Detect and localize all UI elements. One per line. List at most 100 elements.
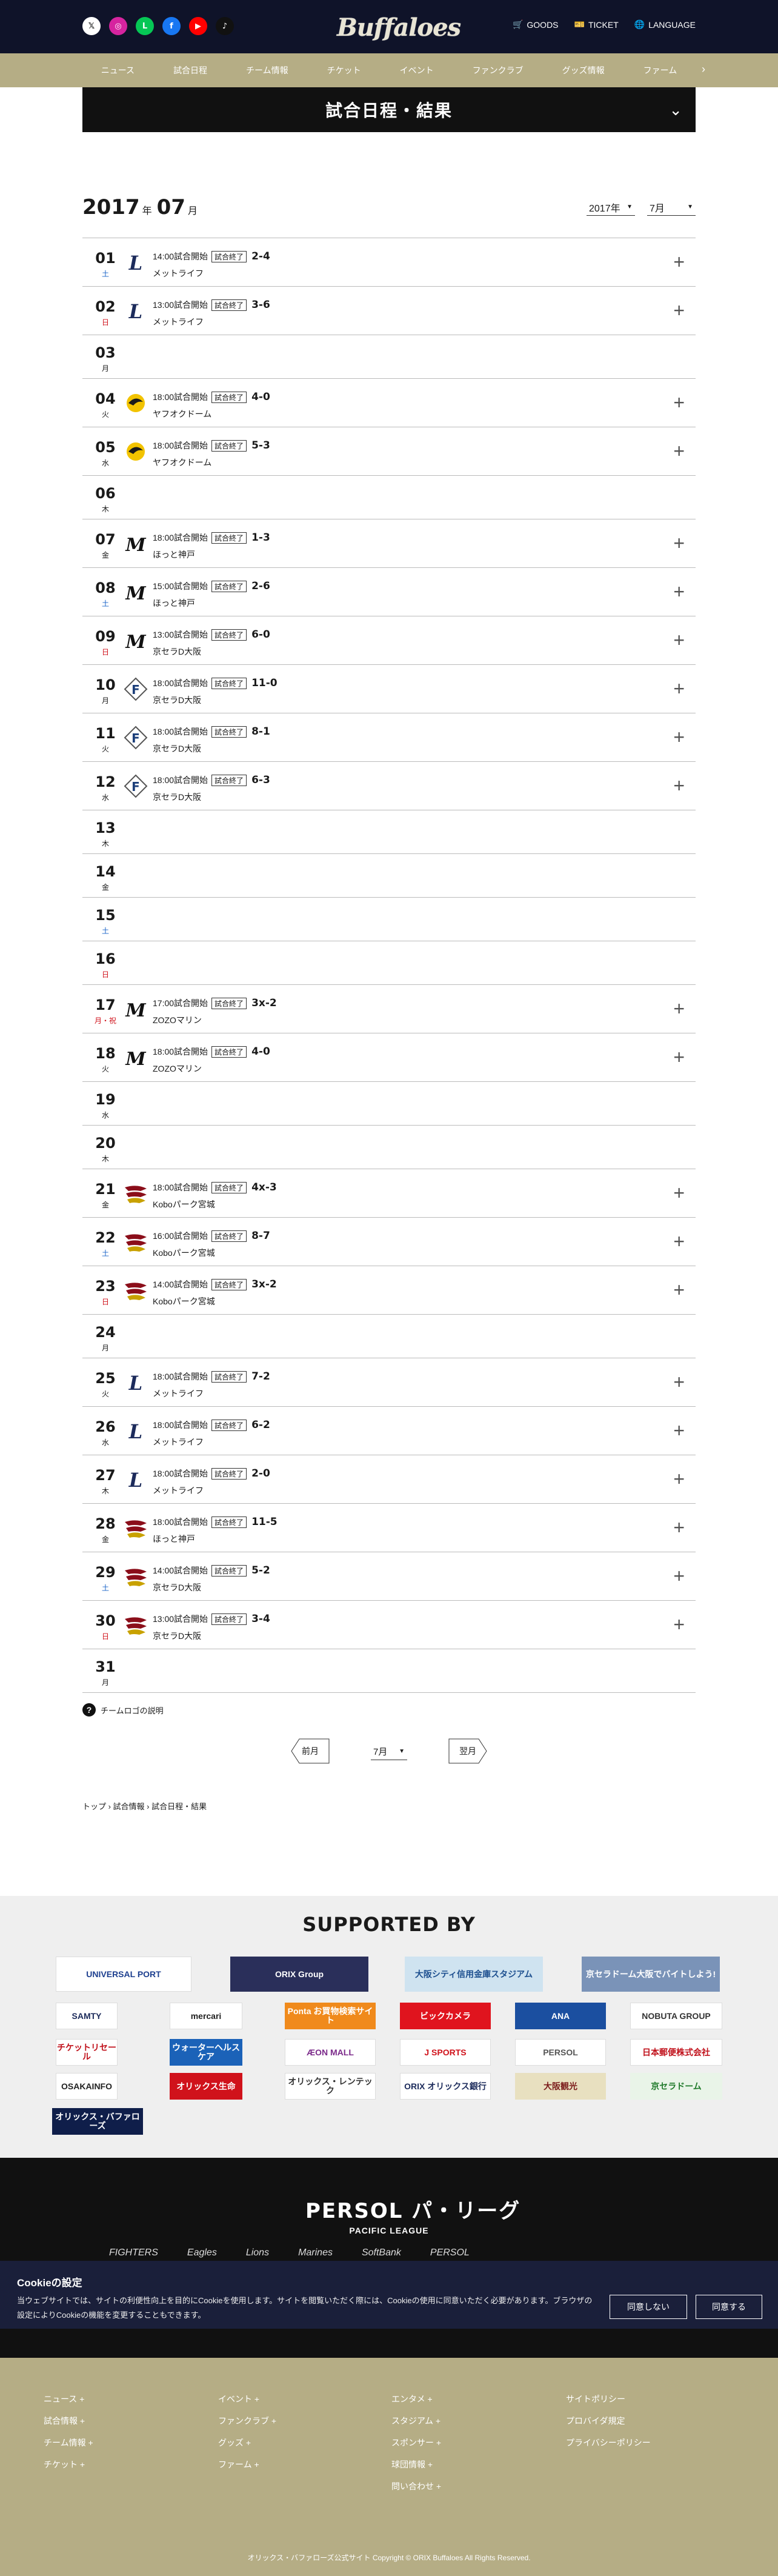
sponsor-logo[interactable]: 大阪シティ信用金庫スタジアム	[405, 1957, 543, 1992]
expand-plus-icon[interactable]: +	[673, 1469, 685, 1489]
nav-item[interactable]: チケット	[308, 64, 381, 76]
footer-link[interactable]: ファーム +	[218, 2458, 276, 2471]
sponsor-logo[interactable]: mercari	[170, 2003, 242, 2029]
footer-link[interactable]: 試合情報 +	[44, 2415, 93, 2427]
sponsor-logo[interactable]: ÆON MALL	[285, 2039, 376, 2066]
sponsor-logo[interactable]: 京セラドーム大阪でバイトしよう!	[582, 1957, 720, 1992]
sponsor-logo[interactable]: NOBUTA GROUP	[630, 2003, 722, 2029]
sponsor-logo[interactable]: Ponta お買物検索サイト	[285, 2003, 376, 2029]
game-row[interactable]: 05 水 18:00試合開始 試合終了 5-3 ヤフオクドーム +	[82, 427, 696, 476]
team-logo-legend[interactable]: ? チームロゴの説明	[82, 1703, 164, 1717]
expand-plus-icon[interactable]: +	[673, 1280, 685, 1300]
nav-item[interactable]: 試合日程	[154, 64, 227, 76]
month-select[interactable]: 7月 ▼	[647, 199, 696, 216]
expand-plus-icon[interactable]: +	[673, 776, 685, 795]
footer-link[interactable]: サイトポリシー	[566, 2393, 651, 2405]
pager-month-select[interactable]: 7月 ▼	[371, 1743, 407, 1760]
instagram-icon[interactable]: ◎	[109, 17, 127, 35]
expand-plus-icon[interactable]: +	[673, 1047, 685, 1067]
footer-link[interactable]: スポンサー +	[391, 2437, 441, 2449]
sponsor-logo[interactable]: ウォーターヘルスケア	[170, 2039, 242, 2066]
cookie-deny-button[interactable]: 同意しない	[610, 2295, 687, 2319]
game-row[interactable]: 01 土 L 14:00試合開始 試合終了 2-4 メットライフ +	[82, 238, 696, 287]
game-row[interactable]: 11 火 F 18:00試合開始 試合終了 8-1 京セラD大阪 +	[82, 713, 696, 762]
game-row[interactable]: 30 日 13:00試合開始 試合終了 3-4 京セラD大阪 +	[82, 1601, 696, 1649]
footer-link[interactable]: 球団情報 +	[391, 2458, 441, 2471]
cookie-accept-button[interactable]: 同意する	[696, 2295, 762, 2319]
sponsor-logo[interactable]: PERSOL	[515, 2039, 606, 2066]
nav-item[interactable]: ファンクラブ	[453, 64, 543, 76]
language-link[interactable]: 🌐 LANGUAGE	[634, 19, 696, 30]
game-row[interactable]: 09 日 M 13:00試合開始 試合終了 6-0 京セラD大阪 +	[82, 616, 696, 665]
buffaloes-logo[interactable]: Buffaloes	[337, 5, 461, 50]
sponsor-logo[interactable]: SAMTY	[56, 2003, 118, 2029]
team-logo[interactable]: FIGHTERS	[109, 2247, 158, 2258]
expand-plus-icon[interactable]: +	[673, 1421, 685, 1440]
game-row[interactable]: 22 土 16:00試合開始 試合終了 8-7 Koboパーク宮城 +	[82, 1218, 696, 1266]
expand-plus-icon[interactable]: +	[673, 1615, 685, 1634]
goods-link[interactable]: 🛒 GOODS	[513, 19, 559, 30]
game-row[interactable]: 17 月・祝 M 17:00試合開始 試合終了 3x-2 ZOZOマリン +	[82, 985, 696, 1033]
sponsor-logo[interactable]: 京セラドーム	[630, 2073, 722, 2100]
expand-plus-icon[interactable]: +	[673, 679, 685, 698]
team-logo[interactable]: Eagles	[187, 2247, 217, 2258]
footer-link[interactable]: イベント +	[218, 2393, 276, 2405]
footer-link[interactable]: グッズ +	[218, 2437, 276, 2449]
sponsor-logo[interactable]: ORIX Group	[230, 1957, 368, 1992]
game-row[interactable]: 25 火 L 18:00試合開始 試合終了 7-2 メットライフ +	[82, 1358, 696, 1407]
team-logo[interactable]: Lions	[246, 2247, 269, 2258]
sponsor-logo[interactable]: UNIVERSAL PORT	[56, 1957, 191, 1992]
game-row[interactable]: 18 火 M 18:00試合開始 試合終了 4-0 ZOZOマリン +	[82, 1033, 696, 1082]
footer-link[interactable]: チーム情報 +	[44, 2437, 93, 2449]
footer-link[interactable]: チケット +	[44, 2458, 93, 2471]
youtube-icon[interactable]: ▶	[189, 17, 207, 35]
footer-link[interactable]: スタジアム +	[391, 2415, 441, 2427]
expand-plus-icon[interactable]: +	[673, 1183, 685, 1203]
footer-link[interactable]: ニュース +	[44, 2393, 93, 2405]
team-logo[interactable]: Marines	[298, 2247, 333, 2258]
expand-plus-icon[interactable]: +	[673, 1232, 685, 1251]
sponsor-logo[interactable]: 大阪観光	[515, 2073, 606, 2100]
x-icon[interactable]: 𝕏	[82, 17, 101, 35]
sponsor-logo[interactable]: チケットリセール	[56, 2039, 118, 2066]
game-row[interactable]: 23 日 14:00試合開始 試合終了 3x-2 Koboパーク宮城 +	[82, 1266, 696, 1315]
expand-plus-icon[interactable]: +	[673, 582, 685, 601]
team-logo[interactable]: PERSOL	[430, 2247, 470, 2258]
line-icon[interactable]: L	[136, 17, 154, 35]
sponsor-logo[interactable]: オリックス・レンテック	[285, 2073, 376, 2100]
game-row[interactable]: 26 水 L 18:00試合開始 試合終了 6-2 メットライフ +	[82, 1407, 696, 1455]
sponsor-logo[interactable]: ORIX オリックス銀行	[400, 2073, 491, 2100]
expand-plus-icon[interactable]: +	[673, 630, 685, 650]
chevron-down-icon[interactable]: ⌄	[669, 101, 682, 119]
game-row[interactable]: 21 金 18:00試合開始 試合終了 4x-3 Koboパーク宮城 +	[82, 1169, 696, 1218]
game-row[interactable]: 02 日 L 13:00試合開始 試合終了 3-6 メットライフ +	[82, 287, 696, 335]
nav-item[interactable]: グッズ情報	[543, 64, 624, 76]
nav-item[interactable]: チーム情報	[227, 64, 308, 76]
year-select[interactable]: 2017年 ▼	[587, 199, 635, 216]
expand-plus-icon[interactable]: +	[673, 252, 685, 272]
game-row[interactable]: 27 木 L 18:00試合開始 試合終了 2-0 メットライフ +	[82, 1455, 696, 1504]
expand-plus-icon[interactable]: +	[673, 1372, 685, 1392]
sponsor-logo[interactable]: ビックカメラ	[400, 2003, 491, 2029]
ticket-link[interactable]: 🎫 TICKET	[574, 19, 619, 30]
game-row[interactable]: 07 金 M 18:00試合開始 試合終了 1-3 ほっと神戸 +	[82, 519, 696, 568]
facebook-icon[interactable]: f	[162, 17, 181, 35]
expand-plus-icon[interactable]: +	[673, 393, 685, 412]
expand-plus-icon[interactable]: +	[673, 999, 685, 1018]
sponsor-logo[interactable]: OSAKAINFO	[56, 2073, 118, 2100]
page-title-bar[interactable]: 試合日程・結果 ⌄	[82, 87, 696, 132]
sponsor-logo[interactable]: オリックス生命	[170, 2073, 242, 2100]
expand-plus-icon[interactable]: +	[673, 727, 685, 747]
game-row[interactable]: 29 土 14:00試合開始 試合終了 5-2 京セラD大阪 +	[82, 1552, 696, 1601]
footer-link[interactable]: プロバイダ規定	[566, 2415, 651, 2427]
game-row[interactable]: 10 月 F 18:00試合開始 試合終了 11-0 京セラD大阪 +	[82, 665, 696, 713]
footer-link[interactable]: エンタメ +	[391, 2393, 441, 2405]
prev-month-button[interactable]: 前月	[291, 1738, 330, 1764]
nav-next-arrow-icon[interactable]: ›	[702, 63, 705, 76]
team-logo[interactable]: SoftBank	[362, 2247, 401, 2258]
sponsor-logo[interactable]: ANA	[515, 2003, 606, 2029]
sponsor-logo[interactable]: J SPORTS	[400, 2039, 491, 2066]
expand-plus-icon[interactable]: +	[673, 533, 685, 553]
pacific-league-logo[interactable]: PERSOL パ・リーグ	[305, 2194, 520, 2224]
expand-plus-icon[interactable]: +	[673, 1566, 685, 1586]
